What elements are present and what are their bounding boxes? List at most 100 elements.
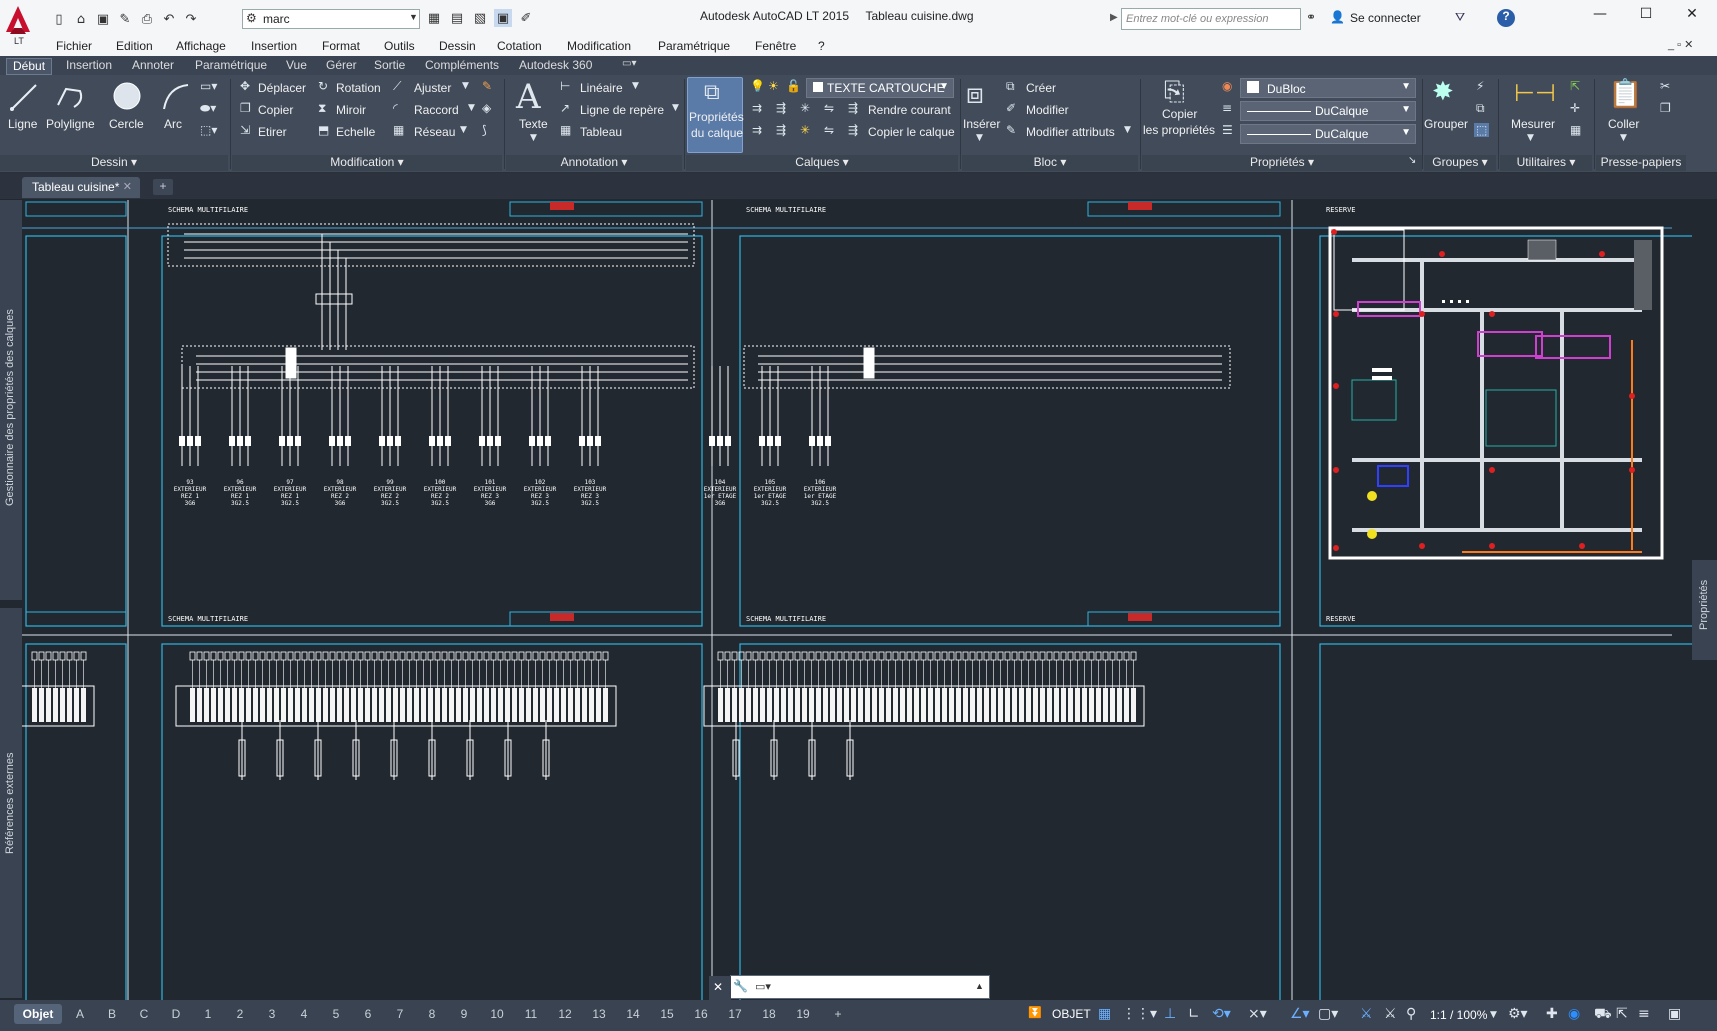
infer-constraints-icon[interactable]: ⊥ bbox=[1164, 1006, 1176, 1022]
object-snap-tracking-icon[interactable]: ∠▾ bbox=[1290, 1006, 1310, 1022]
grouper-button[interactable]: Grouper bbox=[1424, 117, 1468, 131]
copier-le-calque-button[interactable]: Copier le calque bbox=[868, 125, 955, 139]
layout-tab[interactable]: 16 bbox=[686, 1004, 716, 1024]
layer-tool-icon[interactable]: ✳ bbox=[800, 101, 810, 115]
redo-icon[interactable]: ↷ bbox=[182, 10, 200, 28]
modifier-button[interactable]: Modifier bbox=[1026, 103, 1069, 117]
panel-title-groupes[interactable]: Groupes ▾ bbox=[1424, 155, 1496, 171]
search-input[interactable]: Entrez mot-clé ou expression bbox=[1121, 8, 1301, 30]
wrench-icon[interactable]: 🔧 bbox=[733, 979, 748, 993]
linetype-dropdown[interactable]: DuCalque ▼ bbox=[1240, 101, 1416, 121]
ajuster-button[interactable]: Ajuster bbox=[414, 81, 451, 95]
texte-button[interactable]: Texte bbox=[519, 117, 548, 131]
layout-tab[interactable]: 17 bbox=[720, 1004, 750, 1024]
publish-icon[interactable]: ▧ bbox=[471, 9, 489, 27]
tab-autodesk-360[interactable]: Autodesk 360 bbox=[519, 58, 592, 72]
dialog-launcher-icon[interactable]: ↘ bbox=[1408, 155, 1416, 166]
layout-tab[interactable]: C bbox=[130, 1004, 158, 1024]
menu-insertion[interactable]: Insertion bbox=[251, 39, 297, 53]
rendre-courant-button[interactable]: Rendre courant bbox=[868, 103, 951, 117]
layer-tool-icon[interactable]: ⇶ bbox=[776, 101, 786, 115]
tab-vue[interactable]: Vue bbox=[286, 58, 307, 72]
layout-tab[interactable]: 19 bbox=[788, 1004, 818, 1024]
layout-tab[interactable]: B bbox=[98, 1004, 126, 1024]
add-layout-icon[interactable]: + bbox=[828, 1004, 848, 1024]
workspace-gear-icon[interactable]: ⚙▾ bbox=[1508, 1006, 1528, 1022]
color-dropdown[interactable]: DuBloc ▼ bbox=[1240, 78, 1416, 98]
tab-debut[interactable]: Début bbox=[6, 58, 53, 75]
clean-screen-icon[interactable]: ⇱ bbox=[1616, 1006, 1628, 1022]
ligne-de-repere-button[interactable]: Ligne de repère bbox=[580, 103, 664, 117]
deplacer-button[interactable]: Déplacer bbox=[258, 81, 306, 95]
erase-icon[interactable]: ✎ bbox=[482, 79, 492, 93]
tableau-button[interactable]: Tableau bbox=[580, 125, 622, 139]
menu-dessin[interactable]: Dessin bbox=[439, 39, 476, 53]
panel-title-utilitaires[interactable]: Utilitaires ▾ bbox=[1500, 155, 1592, 171]
layout-tab[interactable]: 7 bbox=[386, 1004, 414, 1024]
save-as-icon[interactable]: ✎ bbox=[116, 10, 134, 28]
lineweight-dropdown[interactable]: DuCalque ▼ bbox=[1240, 124, 1416, 144]
layout-tab[interactable]: 11 bbox=[516, 1004, 546, 1024]
chevron-down-icon[interactable]: ▼ bbox=[1527, 133, 1534, 143]
les-proprietes-label[interactable]: les propriétés bbox=[1143, 123, 1215, 137]
copy-clip-icon[interactable]: ❐ bbox=[1660, 101, 1671, 115]
layer-tool-icon[interactable]: ✳ bbox=[800, 123, 810, 137]
file-tab-tableau-cuisine[interactable]: Tableau cuisine* ✕ bbox=[22, 177, 140, 198]
cercle-button[interactable]: Cercle bbox=[109, 117, 144, 131]
chevron-down-icon[interactable]: ▼ bbox=[1620, 133, 1627, 143]
menu-parametrique[interactable]: Paramétrique bbox=[658, 39, 730, 53]
sun-icon[interactable]: ☀ bbox=[768, 79, 779, 93]
cut-icon[interactable]: ✂ bbox=[1660, 79, 1670, 93]
reseau-button[interactable]: Réseau bbox=[414, 125, 455, 139]
panel-title-proprietes[interactable]: Propriétés ▾ bbox=[1142, 155, 1422, 171]
raccord-button[interactable]: Raccord bbox=[414, 103, 459, 117]
hatch-icon[interactable]: ⬬▾ bbox=[200, 101, 216, 116]
search-arrow-icon[interactable]: ▶ bbox=[1110, 12, 1118, 23]
print-icon[interactable]: ⎙ bbox=[138, 10, 156, 28]
mesurer-button[interactable]: Mesurer bbox=[1511, 117, 1555, 131]
ortho-icon[interactable]: ∟ bbox=[1188, 1006, 1200, 1022]
modifier-attributs-button[interactable]: Modifier attributs bbox=[1026, 125, 1115, 139]
group-edit-icon[interactable]: ⧉ bbox=[1476, 101, 1485, 116]
workspace-selector[interactable]: marc bbox=[242, 9, 420, 29]
help-icon[interactable]: ? bbox=[1497, 9, 1515, 27]
close-icon[interactable]: ✕ bbox=[123, 180, 132, 193]
layout-tab[interactable]: 9 bbox=[450, 1004, 478, 1024]
close-button[interactable]: ✕ bbox=[1672, 6, 1712, 28]
copier-proprietes-label[interactable]: Copier bbox=[1162, 107, 1197, 121]
layout-tab[interactable]: 2 bbox=[226, 1004, 254, 1024]
menu-outils[interactable]: Outils bbox=[384, 39, 415, 53]
exchange-icon[interactable]: ⛛ bbox=[1455, 10, 1465, 25]
lock-icon[interactable]: 🔓 bbox=[786, 79, 801, 93]
layer-properties-button[interactable]: ⧉ Propriétés du calque bbox=[687, 77, 744, 153]
menu-fichier[interactable]: Fichier bbox=[56, 39, 92, 53]
layout-tab[interactable]: 1 bbox=[194, 1004, 222, 1024]
xref-palette[interactable]: Références externes bbox=[0, 608, 22, 998]
layer-tool-icon[interactable]: ⇋ bbox=[824, 101, 834, 115]
miroir-button[interactable]: Miroir bbox=[336, 103, 366, 117]
menu-fenetre[interactable]: Fenêtre bbox=[755, 39, 796, 53]
layer-dropdown[interactable]: TEXTE CARTOUCHE ▼ bbox=[806, 78, 954, 98]
hardware-acceleration-icon[interactable]: ⛟ bbox=[1594, 1006, 1612, 1024]
doc-minimize-icon[interactable]: _ ▫ ✕ bbox=[1668, 38, 1693, 51]
creer-button[interactable]: Créer bbox=[1026, 81, 1056, 95]
polar-icon[interactable]: ⟲▾ bbox=[1212, 1006, 1231, 1022]
panel-title-annotation[interactable]: Annotation ▾ bbox=[506, 155, 682, 171]
etirer-button[interactable]: Etirer bbox=[258, 125, 287, 139]
new-file-icon[interactable]: ▯ bbox=[50, 10, 68, 28]
panel-title-dessin[interactable]: Dessin ▾ bbox=[0, 155, 228, 171]
binoculars-icon[interactable]: ⚭ bbox=[1306, 10, 1316, 24]
group-select-icon[interactable]: ⬚ bbox=[1474, 123, 1490, 137]
chevron-down-icon[interactable]: ▼ bbox=[460, 125, 467, 135]
drawing-canvas[interactable]: SCHEMA MULTIFILAIRE SCHEMA MULTIFILAIRE … bbox=[22, 200, 1692, 1000]
open-folder-icon[interactable]: ⌂ bbox=[72, 10, 90, 28]
close-icon[interactable]: ✕ bbox=[713, 980, 723, 994]
command-prompt-icon[interactable]: ▭▾ bbox=[755, 980, 771, 993]
annotation-scale-icon[interactable]: ⚲ bbox=[1406, 1006, 1416, 1022]
menu-edition[interactable]: Edition bbox=[116, 39, 153, 53]
tab-gerer[interactable]: Gérer bbox=[326, 58, 357, 72]
object-snap-icon[interactable]: ▢▾ bbox=[1318, 1006, 1338, 1022]
layer-tool-icon[interactable]: ⇉ bbox=[752, 123, 762, 137]
layout-tab[interactable]: 6 bbox=[354, 1004, 382, 1024]
plus-icon[interactable]: ✚ bbox=[1546, 1006, 1558, 1022]
